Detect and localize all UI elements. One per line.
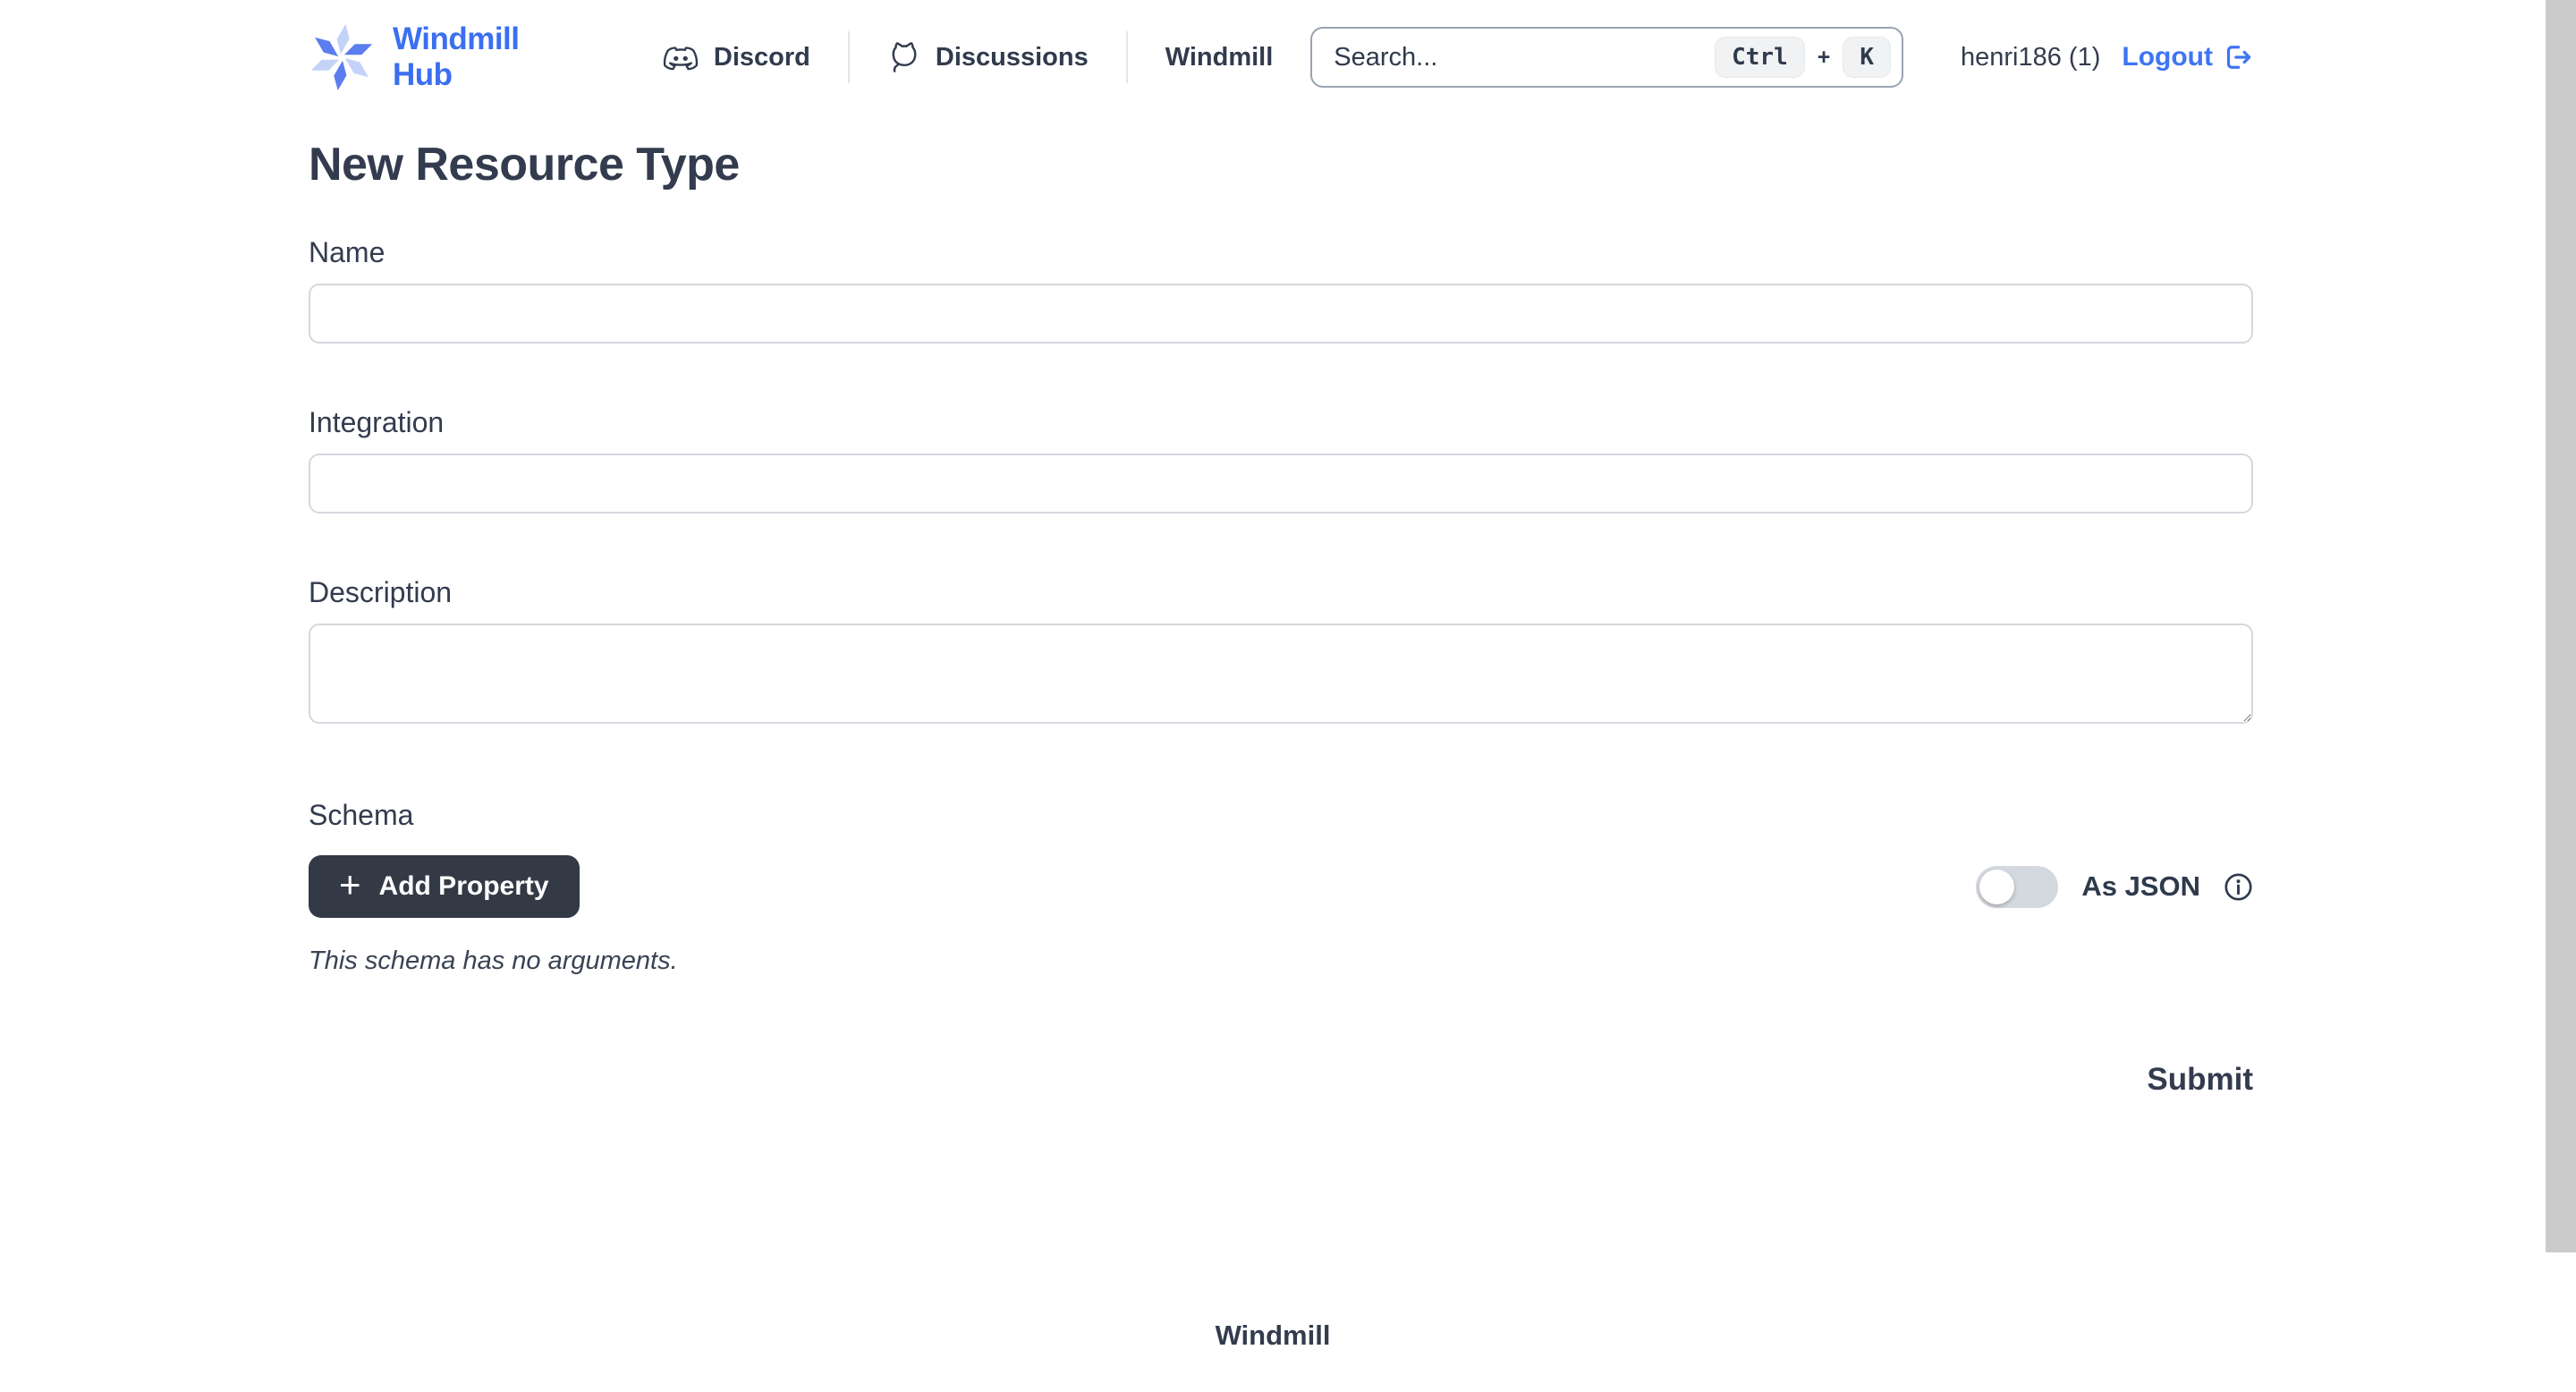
windmill-logo-icon bbox=[309, 24, 375, 90]
logout-icon bbox=[2222, 41, 2254, 73]
plus-icon: + bbox=[339, 866, 361, 904]
add-property-label: Add Property bbox=[379, 871, 549, 902]
kbd-plus-sign: + bbox=[1818, 45, 1831, 71]
main-nav: Discord Discussions Windmill bbox=[662, 31, 1310, 83]
kbd-ctrl: Ctrl bbox=[1715, 37, 1805, 78]
nav-label-windmill: Windmill bbox=[1165, 43, 1274, 72]
github-discussions-icon bbox=[887, 40, 921, 74]
user-section: henri186 (1) Logout bbox=[1961, 41, 2254, 73]
description-label: Description bbox=[309, 576, 2253, 609]
logout-label: Logout bbox=[2122, 42, 2213, 72]
integration-label: Integration bbox=[309, 406, 2253, 439]
page: Windmill Hub Discord Discuss bbox=[0, 0, 2576, 1392]
name-input[interactable] bbox=[309, 284, 2253, 344]
nav-item-discord[interactable]: Discord bbox=[662, 42, 848, 72]
description-textarea[interactable] bbox=[309, 624, 2253, 724]
nav-item-windmill[interactable]: Windmill bbox=[1128, 43, 1311, 72]
integration-field: Integration bbox=[309, 406, 2253, 514]
search-input[interactable] bbox=[1334, 43, 1702, 72]
scrollbar[interactable] bbox=[2546, 0, 2576, 1392]
scrollbar-thumb[interactable] bbox=[2546, 0, 2576, 1252]
integration-input[interactable] bbox=[309, 454, 2253, 514]
schema-empty-note: This schema has no arguments. bbox=[309, 946, 2253, 976]
submit-row: Submit bbox=[309, 1062, 2253, 1098]
header: Windmill Hub Discord Discuss bbox=[0, 0, 2576, 115]
footer: Windmill bbox=[0, 1320, 2546, 1352]
search-box[interactable]: Ctrl + K bbox=[1310, 27, 1903, 88]
username: henri186 (1) bbox=[1961, 43, 2100, 72]
discord-icon bbox=[662, 42, 699, 72]
brand-title: Windmill Hub bbox=[393, 21, 556, 93]
nav-label-discord: Discord bbox=[714, 43, 810, 72]
nav-label-discussions: Discussions bbox=[936, 43, 1089, 72]
name-label: Name bbox=[309, 236, 2253, 269]
submit-button[interactable]: Submit bbox=[2147, 1062, 2253, 1098]
info-icon[interactable] bbox=[2224, 872, 2253, 902]
as-json-toggle[interactable] bbox=[1976, 866, 2058, 908]
schema-toolbar: + Add Property As JSON bbox=[309, 855, 2253, 918]
kbd-k: K bbox=[1843, 37, 1891, 78]
footer-windmill-link[interactable]: Windmill bbox=[1216, 1320, 1331, 1351]
nav-item-discussions[interactable]: Discussions bbox=[850, 40, 1126, 74]
toggle-knob bbox=[1979, 870, 2014, 904]
page-title: New Resource Type bbox=[309, 138, 2253, 191]
name-field: Name bbox=[309, 236, 2253, 344]
add-property-button[interactable]: + Add Property bbox=[309, 855, 580, 918]
as-json-control: As JSON bbox=[1976, 866, 2253, 908]
schema-label: Schema bbox=[309, 799, 2253, 832]
description-field: Description bbox=[309, 576, 2253, 724]
brand[interactable]: Windmill Hub bbox=[309, 21, 556, 93]
main-content: New Resource Type Name Integration Descr… bbox=[309, 138, 2253, 1098]
as-json-label: As JSON bbox=[2081, 870, 2200, 903]
logout-link[interactable]: Logout bbox=[2122, 41, 2254, 73]
